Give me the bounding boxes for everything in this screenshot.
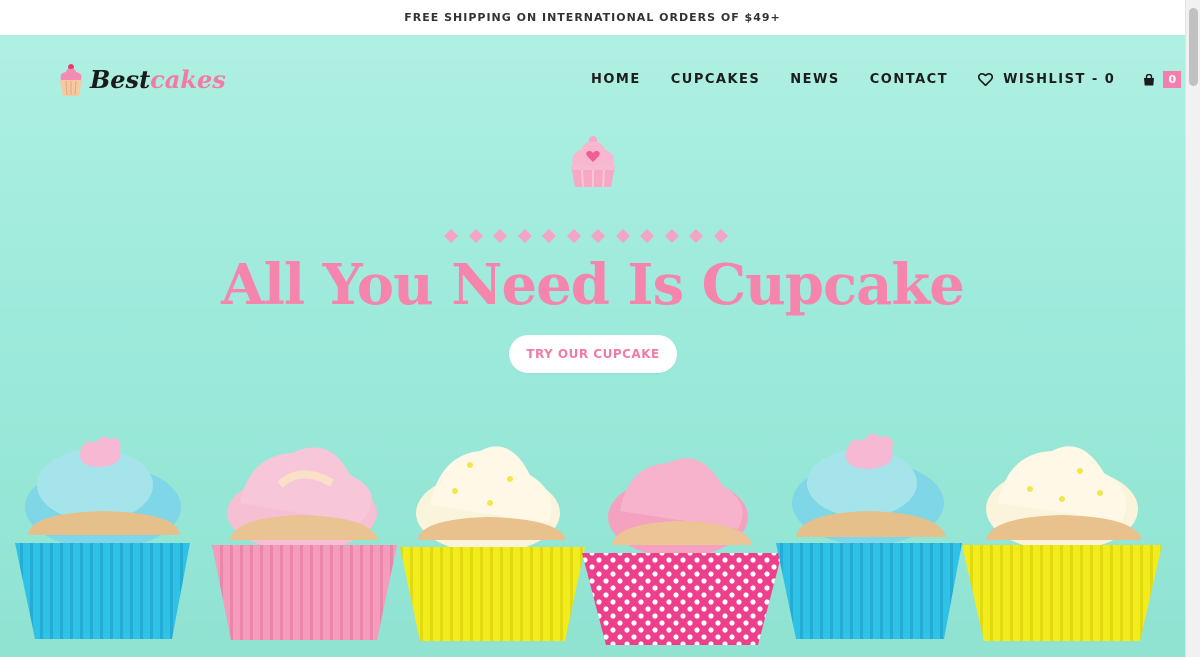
wishlist-link[interactable]: WISHLIST - 0 xyxy=(978,72,1115,87)
decorative-divider xyxy=(443,228,740,244)
nav-cupcakes[interactable]: CUPCAKES xyxy=(671,72,761,87)
shopping-bag-icon xyxy=(1144,73,1155,85)
logo-text: Bestcakes xyxy=(90,68,226,92)
heart-outline-icon xyxy=(978,73,994,86)
wishlist-label: WISHLIST - 0 xyxy=(1003,72,1116,87)
main-nav: HOME CUPCAKES NEWS CONTACT WISHLIST - 0 … xyxy=(591,71,1182,88)
cupcake-heart-icon xyxy=(571,136,615,188)
cart-count-badge: 0 xyxy=(1163,71,1182,88)
scrollbar-thumb[interactable] xyxy=(1189,8,1198,86)
cupcakes-photo xyxy=(0,433,1185,657)
logo-text-cakes: cakes xyxy=(150,65,226,94)
scrollbar[interactable] xyxy=(1185,0,1200,657)
nav-contact[interactable]: CONTACT xyxy=(870,72,948,87)
site-logo[interactable]: Bestcakes xyxy=(58,63,226,97)
nav-home[interactable]: HOME xyxy=(591,72,641,87)
hero-headline: All You Need Is Cupcake xyxy=(221,252,965,318)
hero-section: Bestcakes HOME CUPCAKES NEWS CONTACT WIS… xyxy=(0,35,1185,657)
nav-news[interactable]: NEWS xyxy=(790,72,839,87)
announcement-text: FREE SHIPPING ON INTERNATIONAL ORDERS OF… xyxy=(404,11,781,24)
try-our-cupcake-button[interactable]: TRY OUR CUPCAKE xyxy=(509,335,677,373)
logo-text-best: Best xyxy=(90,65,151,94)
announcement-bar: FREE SHIPPING ON INTERNATIONAL ORDERS OF… xyxy=(0,0,1185,35)
cart-link[interactable]: 0 xyxy=(1143,71,1182,88)
cupcake-logo-icon xyxy=(60,64,82,96)
